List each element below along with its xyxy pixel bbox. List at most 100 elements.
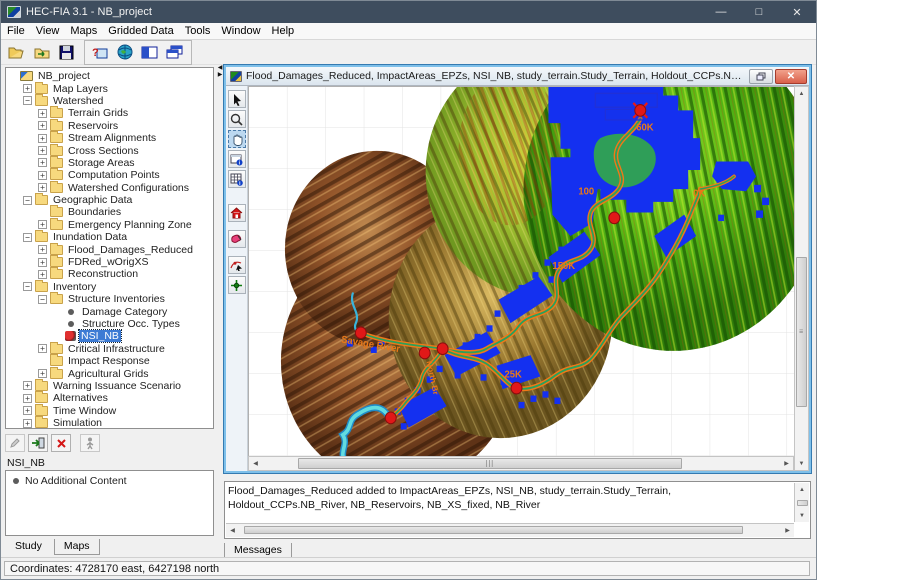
menu-maps[interactable]: Maps bbox=[65, 24, 102, 38]
tree-item-critical-infrastructure[interactable]: +Critical Infrastructure bbox=[8, 343, 213, 355]
tree-item-terrain-grids[interactable]: +Terrain Grids bbox=[8, 107, 213, 119]
scroll-down-icon[interactable]: ▼ bbox=[795, 457, 808, 470]
vertical-scroll-thumb[interactable]: ≡ bbox=[796, 257, 807, 407]
tree-item-fdred-worigxs[interactable]: +FDRed_wOrigXS bbox=[8, 256, 213, 268]
draw-polygon-icon[interactable] bbox=[228, 230, 246, 248]
expand-icon[interactable]: + bbox=[38, 220, 47, 229]
tree-item-stream-alignments[interactable]: +Stream Alignments bbox=[8, 132, 213, 144]
minimize-button[interactable]: — bbox=[702, 1, 740, 23]
menu-gridded-data[interactable]: Gridded Data bbox=[103, 24, 178, 38]
tree-item-nb-project[interactable]: NB_project bbox=[8, 70, 213, 82]
panel-splitter[interactable]: ◀ ▶ bbox=[216, 65, 224, 555]
expand-icon[interactable]: + bbox=[23, 84, 32, 93]
tree-item-damage-category[interactable]: Damage Category bbox=[8, 305, 213, 317]
cascade-windows-icon[interactable] bbox=[163, 42, 186, 63]
scroll-right-icon[interactable]: ▶ bbox=[781, 524, 794, 537]
restore-window-button[interactable] bbox=[749, 69, 773, 84]
horizontal-scroll-thumb[interactable]: ||| bbox=[298, 458, 681, 469]
expand-icon[interactable]: + bbox=[38, 109, 47, 118]
collapse-left-icon[interactable]: ◀ bbox=[216, 65, 224, 72]
tab-maps[interactable]: Maps bbox=[54, 539, 100, 555]
tree-item-simulation[interactable]: +Simulation bbox=[8, 417, 213, 429]
close-map-window-button[interactable]: ✕ bbox=[775, 69, 807, 84]
pan-hand-icon[interactable] bbox=[228, 130, 246, 148]
menu-window[interactable]: Window bbox=[216, 24, 265, 38]
tree-item-computation-points[interactable]: +Computation Points bbox=[8, 169, 213, 181]
select-arrow-icon[interactable] bbox=[228, 90, 246, 108]
tree-item-time-window[interactable]: +Time Window bbox=[8, 405, 213, 417]
tree-item-watershed-configurations[interactable]: +Watershed Configurations bbox=[8, 182, 213, 194]
collapse-icon[interactable]: − bbox=[23, 96, 32, 105]
tile-windows-icon[interactable] bbox=[138, 42, 161, 63]
tree-item-structure-occ-types[interactable]: Structure Occ. Types bbox=[8, 318, 213, 330]
person-icon[interactable] bbox=[80, 434, 100, 452]
grid-info-icon[interactable]: i bbox=[228, 170, 246, 188]
expand-icon[interactable]: + bbox=[38, 245, 47, 254]
expand-icon[interactable]: + bbox=[38, 146, 47, 155]
expand-icon[interactable]: + bbox=[23, 406, 32, 415]
tree-item-storage-areas[interactable]: +Storage Areas bbox=[8, 157, 213, 169]
expand-icon[interactable]: + bbox=[23, 419, 32, 428]
vertical-scroll-thumb[interactable] bbox=[797, 500, 808, 506]
tree-item-map-layers[interactable]: +Map Layers bbox=[8, 82, 213, 94]
expand-icon[interactable]: + bbox=[38, 344, 47, 353]
tree-item-nsi-nb[interactable]: NSI_NB bbox=[8, 330, 213, 342]
question-window-icon[interactable]: ? bbox=[88, 42, 111, 63]
expand-icon[interactable]: + bbox=[38, 121, 47, 130]
collapse-icon[interactable]: − bbox=[23, 196, 32, 205]
expand-icon[interactable]: + bbox=[38, 369, 47, 378]
import-arrow-icon[interactable] bbox=[28, 434, 48, 452]
expand-icon[interactable]: + bbox=[38, 258, 47, 267]
scroll-left-icon[interactable]: ◀ bbox=[249, 457, 262, 470]
tree-item-boundaries[interactable]: Boundaries bbox=[8, 206, 213, 218]
scroll-up-icon[interactable]: ▲ bbox=[795, 87, 808, 100]
map-horizontal-scrollbar[interactable]: ◀ ||| ▶ bbox=[248, 456, 794, 471]
messages-vertical-scrollbar[interactable]: ▲ ▼ bbox=[794, 483, 809, 522]
collapse-icon[interactable]: − bbox=[23, 233, 32, 242]
tree-item-inventory[interactable]: −Inventory bbox=[8, 281, 213, 293]
expand-icon[interactable]: + bbox=[38, 171, 47, 180]
tree-item-flood-damages-reduced[interactable]: +Flood_Damages_Reduced bbox=[8, 243, 213, 255]
messages-horizontal-scrollbar[interactable]: ◀ ▶ bbox=[226, 523, 794, 537]
tree-item-warning-issuance-scenario[interactable]: +Warning Issuance Scenario bbox=[8, 380, 213, 392]
scroll-down-icon[interactable]: ▼ bbox=[796, 509, 809, 522]
edit-vertex-icon[interactable] bbox=[228, 256, 246, 274]
tree-item-structure-inventories[interactable]: −Structure Inventories bbox=[8, 293, 213, 305]
import-folder-icon[interactable] bbox=[30, 42, 53, 63]
collapse-right-icon[interactable]: ▶ bbox=[216, 72, 224, 79]
tree-item-watershed[interactable]: −Watershed bbox=[8, 95, 213, 107]
expand-icon[interactable]: + bbox=[38, 270, 47, 279]
expand-icon[interactable]: + bbox=[23, 394, 32, 403]
tree-item-cross-sections[interactable]: +Cross Sections bbox=[8, 144, 213, 156]
map-window-info-icon[interactable]: i bbox=[228, 150, 246, 168]
home-icon[interactable] bbox=[228, 204, 246, 222]
add-point-icon[interactable] bbox=[228, 276, 246, 294]
tree-item-geographic-data[interactable]: −Geographic Data bbox=[8, 194, 213, 206]
expand-icon[interactable]: + bbox=[23, 381, 32, 390]
save-icon[interactable] bbox=[55, 42, 78, 63]
scroll-left-icon[interactable]: ◀ bbox=[226, 524, 239, 537]
open-folder-icon[interactable] bbox=[5, 42, 28, 63]
tree-item-emergency-planning-zone[interactable]: +Emergency Planning Zone bbox=[8, 219, 213, 231]
map-vertical-scrollbar[interactable]: ▲ ≡ ▼ bbox=[794, 86, 809, 471]
menu-help[interactable]: Help bbox=[267, 24, 300, 38]
tree-item-impact-response[interactable]: Impact Response bbox=[8, 355, 213, 367]
edit-pencil-icon[interactable] bbox=[5, 434, 25, 452]
scroll-right-icon[interactable]: ▶ bbox=[780, 457, 793, 470]
close-button[interactable]: ✕ bbox=[778, 1, 816, 23]
globe-icon[interactable] bbox=[113, 42, 136, 63]
tree-item-alternatives[interactable]: +Alternatives bbox=[8, 392, 213, 404]
expand-icon[interactable]: + bbox=[38, 183, 47, 192]
tree-item-agricultural-grids[interactable]: +Agricultural Grids bbox=[8, 367, 213, 379]
menu-file[interactable]: File bbox=[2, 24, 30, 38]
delete-x-icon[interactable] bbox=[51, 434, 71, 452]
collapse-icon[interactable]: − bbox=[23, 282, 32, 291]
menu-tools[interactable]: Tools bbox=[180, 24, 216, 38]
zoom-magnifier-icon[interactable] bbox=[228, 110, 246, 128]
menu-view[interactable]: View bbox=[31, 24, 65, 38]
collapse-icon[interactable]: − bbox=[38, 295, 47, 304]
expand-icon[interactable]: + bbox=[38, 134, 47, 143]
tree-item-inundation-data[interactable]: −Inundation Data bbox=[8, 231, 213, 243]
map-canvas[interactable]: 60K 100 0K 150K 25K Savage River North B… bbox=[249, 87, 794, 470]
scroll-up-icon[interactable]: ▲ bbox=[796, 483, 809, 496]
